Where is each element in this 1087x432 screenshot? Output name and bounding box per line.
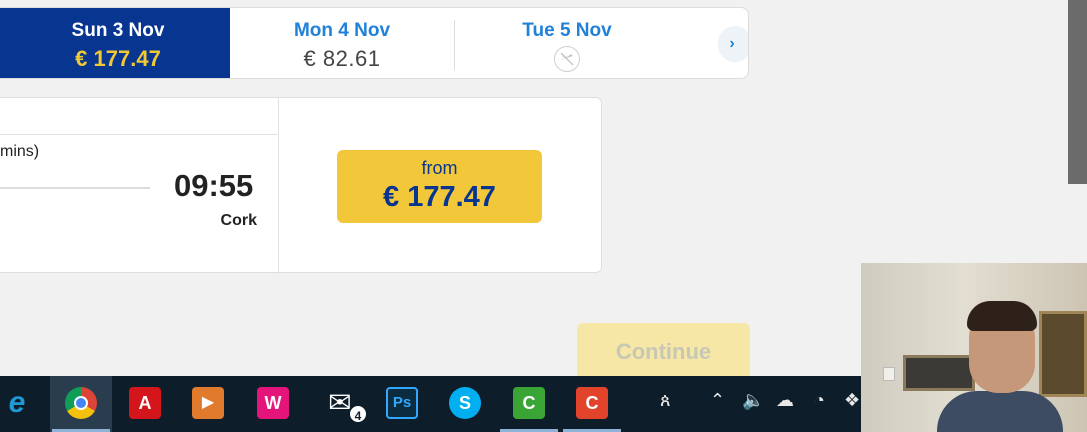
date-tab-tue-5-nov[interactable]: Tue 5 Nov xyxy=(455,8,679,78)
chrome-icon xyxy=(65,387,97,419)
webcam-person-body xyxy=(937,391,1063,432)
webcam-person-hair xyxy=(967,301,1037,331)
date-tab-sun-3-nov[interactable]: Sun 3 Nov € 177.47 xyxy=(0,8,230,78)
wifi-icon[interactable]: ◔ xyxy=(814,390,825,411)
webcam-picture-frame xyxy=(903,355,975,391)
onedrive-icon[interactable]: ☁ xyxy=(776,390,794,411)
card-divider xyxy=(278,98,279,274)
chevron-up-icon[interactable]: ⌃ xyxy=(710,390,725,411)
flight-duration: mins) xyxy=(0,143,40,160)
volume-icon[interactable]: 🔈 xyxy=(742,390,764,411)
fare-from-label: from xyxy=(421,158,458,178)
webcam-light-switch xyxy=(883,367,895,381)
internet-explorer-icon: e xyxy=(8,386,26,419)
acrobat-icon: A xyxy=(129,387,161,419)
arrival-city: Cork xyxy=(220,212,257,229)
date-tab-day: Tue 5 Nov xyxy=(522,20,612,41)
wamp-icon: W xyxy=(257,387,289,419)
mail-unread-badge: 4 xyxy=(348,404,368,424)
webcam-overlay xyxy=(861,263,1087,432)
camtasia-red-button[interactable]: C xyxy=(561,376,623,432)
date-selector: Sun 3 Nov € 177.47 Mon 4 Nov € 82.61 Tue… xyxy=(0,7,749,79)
skype-button[interactable]: S xyxy=(434,376,496,432)
fare-select-button[interactable]: from € 177.47 xyxy=(337,150,542,223)
people-icon[interactable]: ጰ xyxy=(660,390,671,411)
camtasia-green-button[interactable]: C xyxy=(498,376,560,432)
route-line xyxy=(0,187,150,189)
dropbox-icon[interactable]: ❖ xyxy=(844,390,860,411)
acrobat-button[interactable]: A xyxy=(114,376,176,432)
chevron-right-icon: › xyxy=(729,35,735,52)
no-flights-icon xyxy=(554,46,580,72)
arrival-time: 09:55 xyxy=(174,168,254,203)
photoshop-button[interactable]: Ps xyxy=(371,376,433,432)
internet-explorer-button[interactable]: e xyxy=(0,376,48,432)
chrome-button[interactable] xyxy=(50,376,112,432)
date-tab-day: Mon 4 Nov xyxy=(293,20,391,41)
wamp-button[interactable]: W xyxy=(242,376,304,432)
photoshop-icon: Ps xyxy=(386,387,418,419)
date-tab-day: Sun 3 Nov xyxy=(71,20,165,41)
date-tab-mon-4-nov[interactable]: Mon 4 Nov € 82.61 xyxy=(230,8,454,78)
skype-icon: S xyxy=(449,387,481,419)
next-dates-button[interactable]: › xyxy=(718,26,748,62)
camtasia-red-icon: C xyxy=(576,387,608,419)
webcam-picture-frame xyxy=(1039,311,1087,397)
flight-card: mins) 09:55 Cork from € 177.47 xyxy=(0,97,602,274)
date-tab-price: € 177.47 xyxy=(75,46,161,71)
media-player-icon: ▶ xyxy=(192,387,224,419)
media-player-button[interactable]: ▶ xyxy=(177,376,239,432)
camtasia-green-icon: C xyxy=(513,387,545,419)
date-tab-price: € 82.61 xyxy=(303,46,381,71)
card-divider xyxy=(0,134,278,135)
fare-amount: € 177.47 xyxy=(383,181,496,213)
scrollbar-thumb[interactable] xyxy=(1068,0,1087,184)
continue-button[interactable]: Continue xyxy=(577,323,750,383)
